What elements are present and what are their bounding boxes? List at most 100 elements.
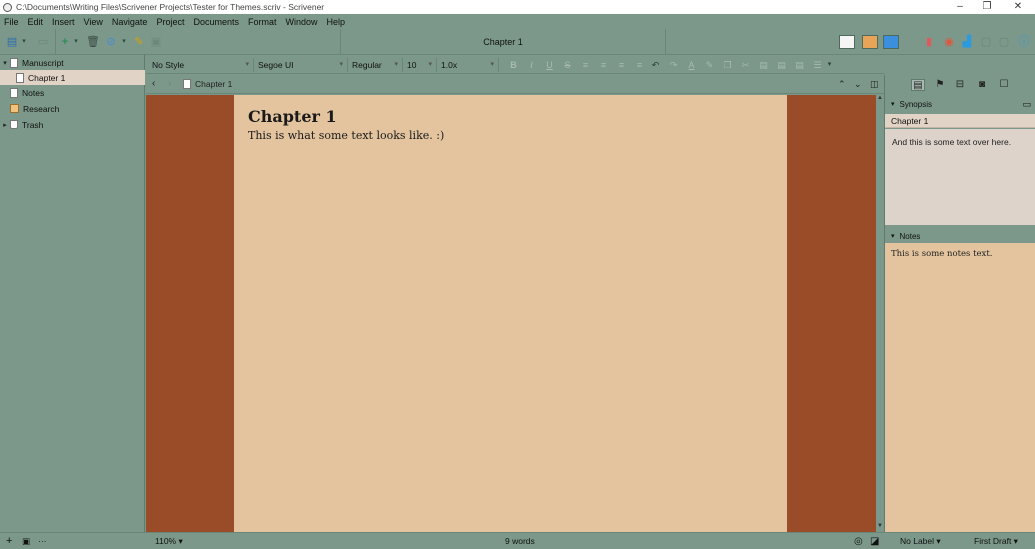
document-body[interactable]: This is what some text looks like. :) — [248, 129, 773, 142]
back-button[interactable]: ‹ — [152, 78, 155, 90]
chevron-up-icon[interactable]: ⌃ — [838, 78, 846, 90]
line-spacing-select[interactable]: 1.0x ▾ — [437, 58, 499, 72]
binder-item-research[interactable]: Research — [0, 101, 145, 116]
comments-tab-icon[interactable]: ☐ — [997, 79, 1011, 91]
highlight-icon[interactable]: ✎ — [134, 36, 144, 48]
document-icon — [183, 79, 191, 89]
menu-insert[interactable]: Insert — [52, 17, 75, 27]
notes-text[interactable]: This is some notes text. — [885, 243, 1035, 532]
view-outline-icon[interactable] — [883, 35, 899, 49]
font-weight-select[interactable]: Regular ▾ — [348, 58, 403, 72]
align-justify-icon[interactable]: ≡ — [634, 59, 645, 71]
paste-icon[interactable]: ▤ — [758, 59, 769, 71]
italic-button[interactable]: I — [526, 59, 537, 71]
editor-scrollbar[interactable]: ▲ ▼ — [876, 95, 884, 532]
chevron-down-icon[interactable]: ▾ — [891, 100, 895, 108]
binder-item-trash[interactable]: ▸ Trash — [0, 117, 145, 132]
inspector-icon[interactable]: ⓘ — [1018, 36, 1030, 48]
underline-button[interactable]: U — [544, 59, 555, 71]
inspector-tabs: ▤ ⚑ ⊟ ◙ ☐ — [885, 75, 1035, 95]
collections-icon[interactable]: ▣ — [150, 36, 162, 48]
list-icon[interactable]: ☰ — [812, 59, 823, 71]
chevron-down-icon: ▾ — [490, 61, 494, 68]
strikethrough-button[interactable]: S — [562, 59, 573, 71]
style-select[interactable]: No Style ▾ — [148, 58, 254, 72]
editor-document-title[interactable]: Chapter 1 — [195, 78, 232, 90]
paste-format-icon[interactable]: ▤ — [794, 59, 805, 71]
editor-area: Chapter 1 This is what some text looks l… — [146, 95, 876, 532]
menu-window[interactable]: Window — [286, 17, 318, 27]
menu-documents[interactable]: Documents — [193, 17, 239, 27]
menu-project[interactable]: Project — [156, 17, 184, 27]
chevron-right-icon[interactable]: ▸ — [0, 121, 10, 129]
split-editor-icon[interactable]: ◫ — [870, 78, 879, 90]
document-heading[interactable]: Chapter 1 — [248, 107, 773, 126]
stats-icon[interactable]: ▟ — [961, 36, 973, 48]
chevron-down-icon[interactable]: ⌄ — [854, 78, 862, 90]
more-options-icon[interactable]: ··· — [38, 533, 47, 549]
add-icon[interactable]: + — [60, 36, 70, 48]
copy-icon[interactable]: ❐ — [722, 59, 733, 71]
minimize-button[interactable]: – — [945, 0, 975, 14]
view-corkboard-icon[interactable] — [862, 35, 878, 49]
status-select[interactable]: First Draft ▾ — [974, 533, 1018, 549]
list-dropdown-icon[interactable]: ▾ — [824, 59, 835, 71]
comment-status-icon[interactable]: ◪ — [870, 533, 879, 549]
share-icon[interactable]: ▢ — [998, 36, 1010, 48]
forward-button[interactable]: › — [168, 78, 171, 90]
compose-icon[interactable]: ▢ — [980, 36, 992, 48]
notes-tab-icon[interactable]: ▤ — [911, 79, 925, 91]
view-single-icon[interactable] — [839, 35, 855, 49]
align-center-icon[interactable]: ≡ — [598, 59, 609, 71]
menu-format[interactable]: Format — [248, 17, 277, 27]
label-select[interactable]: No Label ▾ — [900, 533, 941, 549]
menu-navigate[interactable]: Navigate — [112, 17, 148, 27]
scroll-down-icon[interactable]: ▼ — [876, 523, 884, 529]
link-icon[interactable]: ⊘ — [104, 36, 118, 48]
snapshots-tab-icon[interactable]: ◙ — [975, 79, 989, 91]
editor-page[interactable]: Chapter 1 This is what some text looks l… — [234, 95, 787, 532]
menu-file[interactable]: File — [4, 17, 19, 27]
synopsis-header[interactable]: ▾ Synopsis ▭ — [885, 98, 1035, 110]
metadata-tab-icon[interactable]: ⊟ — [953, 79, 967, 91]
font-select[interactable]: Segoe UI ▾ — [254, 58, 348, 72]
notes-header[interactable]: ▾ Notes — [885, 230, 1035, 242]
menu-help[interactable]: Help — [327, 17, 346, 27]
link-dropdown-icon[interactable]: ▾ — [120, 36, 128, 48]
new-folder-icon[interactable]: ▣ — [22, 533, 30, 549]
bookmark-icon[interactable]: ▮ — [924, 36, 934, 48]
zoom-select[interactable]: 110% ▾ — [155, 533, 183, 549]
undo-icon[interactable]: ↶ — [650, 59, 661, 71]
target-icon[interactable]: ◉ — [943, 36, 955, 48]
binder-toggle-icon[interactable]: ▤ — [5, 36, 19, 48]
add-dropdown-icon[interactable]: ▾ — [72, 36, 80, 48]
binder-item-notes[interactable]: Notes — [0, 85, 145, 100]
paste-special-icon[interactable]: ▤ — [776, 59, 787, 71]
menu-view[interactable]: View — [84, 17, 103, 27]
bookmarks-tab-icon[interactable]: ⚑ — [933, 79, 947, 91]
cut-icon[interactable]: ✂ — [740, 59, 751, 71]
align-left-icon[interactable]: ≡ — [580, 59, 591, 71]
binder-toggle-dropdown-icon[interactable]: ▾ — [20, 36, 28, 48]
text-color-button[interactable]: A — [686, 59, 697, 71]
scroll-up-icon[interactable]: ▲ — [876, 95, 884, 101]
menu-edit[interactable]: Edit — [28, 17, 44, 27]
binder-item-manuscript[interactable]: ▾ Manuscript — [0, 55, 145, 70]
close-button[interactable]: ✕ — [1003, 0, 1033, 14]
synopsis-text[interactable]: And this is some text over here. — [885, 129, 1035, 225]
chevron-down-icon[interactable]: ▾ — [0, 59, 10, 67]
binder-item-chapter-1[interactable]: Chapter 1 — [0, 70, 145, 85]
font-size-select[interactable]: 10 ▾ — [403, 58, 437, 72]
chevron-down-icon[interactable]: ▾ — [891, 232, 895, 240]
redo-icon[interactable]: ↷ — [668, 59, 679, 71]
trash-toolbar-icon[interactable]: 🗑 — [86, 36, 100, 48]
highlight-color-icon[interactable]: ✎ — [704, 59, 715, 71]
binder-add-button[interactable]: + — [6, 533, 12, 549]
image-toggle-icon[interactable]: ▭ — [1022, 99, 1031, 110]
target-status-icon[interactable]: ◎ — [854, 533, 863, 549]
restore-button[interactable]: ❐ — [972, 0, 1002, 14]
quick-reference-icon[interactable]: ▭ — [36, 36, 50, 48]
bold-button[interactable]: B — [508, 59, 519, 71]
synopsis-title[interactable]: Chapter 1 — [885, 114, 1035, 128]
align-right-icon[interactable]: ≡ — [616, 59, 627, 71]
